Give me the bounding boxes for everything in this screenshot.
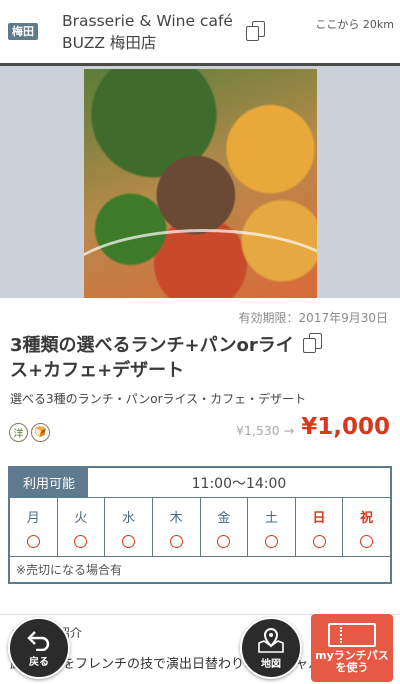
header: 梅田 Brasserie & Wine café BUZZ 梅田店 ここから 2… — [0, 0, 400, 66]
back-button[interactable]: 戻る — [8, 617, 70, 679]
weekday-row: 月 火 水 木 金 土 日 祝 — [10, 498, 390, 557]
distance-label: ここから 20km — [315, 18, 394, 31]
day-name: 祝 — [360, 510, 374, 526]
map-button[interactable]: 地図 — [240, 617, 302, 679]
use-lunch-pass-button[interactable]: myランチパス を使う — [311, 614, 393, 682]
original-price: ¥1,530 → — [236, 423, 295, 438]
copy-icon[interactable] — [246, 21, 266, 41]
available-mark-icon — [122, 534, 136, 548]
coupon-subtitle: 選べる3種のランチ・パンorライス・カフェ・デザート — [10, 392, 307, 406]
day-mon: 月 — [10, 498, 58, 556]
area-badge: 梅田 — [8, 23, 38, 40]
day-holiday: 祝 — [343, 498, 390, 556]
western-food-tag-icon: 洋 — [9, 423, 28, 442]
day-name: 水 — [122, 510, 136, 526]
back-arrow-icon — [27, 630, 50, 651]
day-name: 木 — [169, 510, 183, 526]
day-fri: 金 — [201, 498, 249, 556]
dish-photo — [84, 69, 317, 298]
day-name: 土 — [264, 510, 278, 526]
day-thu: 木 — [153, 498, 201, 556]
copy-icon[interactable] — [303, 333, 323, 353]
coupon-title: 3種類の選べるランチ+パンorライス+カフェ+デザート — [10, 335, 294, 381]
available-mark-icon — [264, 534, 278, 548]
available-label: 利用可能 — [10, 468, 88, 497]
schedule-table: 利用可能 11:00〜14:00 月 火 水 木 金 土 日 祝 ※売切になる場… — [8, 466, 392, 584]
sellout-note: ※売切になる場合有 — [16, 563, 123, 577]
map-pin-icon — [258, 627, 284, 653]
ticket-icon — [328, 622, 376, 647]
available-mark-icon — [217, 534, 231, 548]
photo-area — [0, 66, 400, 298]
day-name: 日 — [312, 510, 326, 526]
day-sat: 土 — [248, 498, 296, 556]
day-wed: 水 — [105, 498, 153, 556]
available-mark-icon — [74, 534, 88, 548]
available-mark-icon — [360, 534, 374, 548]
use-lunch-pass-label: myランチパス を使う — [315, 648, 389, 674]
expiry-date: 有効期限：2017年9月30日 — [238, 311, 388, 325]
map-label: 地図 — [261, 658, 281, 670]
discount-price: ¥1,000 — [301, 414, 390, 440]
day-sun: 日 — [296, 498, 344, 556]
available-mark-icon — [169, 534, 183, 548]
bread-tag-icon: 🍞 — [31, 423, 50, 442]
available-mark-icon — [26, 534, 40, 548]
available-mark-icon — [312, 534, 326, 548]
back-label: 戻る — [29, 656, 49, 668]
day-name: 月 — [26, 510, 40, 526]
available-hours: 11:00〜14:00 — [191, 475, 287, 492]
day-tue: 火 — [58, 498, 106, 556]
shop-name: Brasserie & Wine café BUZZ 梅田店 — [62, 12, 233, 52]
day-name: 金 — [217, 510, 231, 526]
day-name: 火 — [74, 510, 88, 526]
